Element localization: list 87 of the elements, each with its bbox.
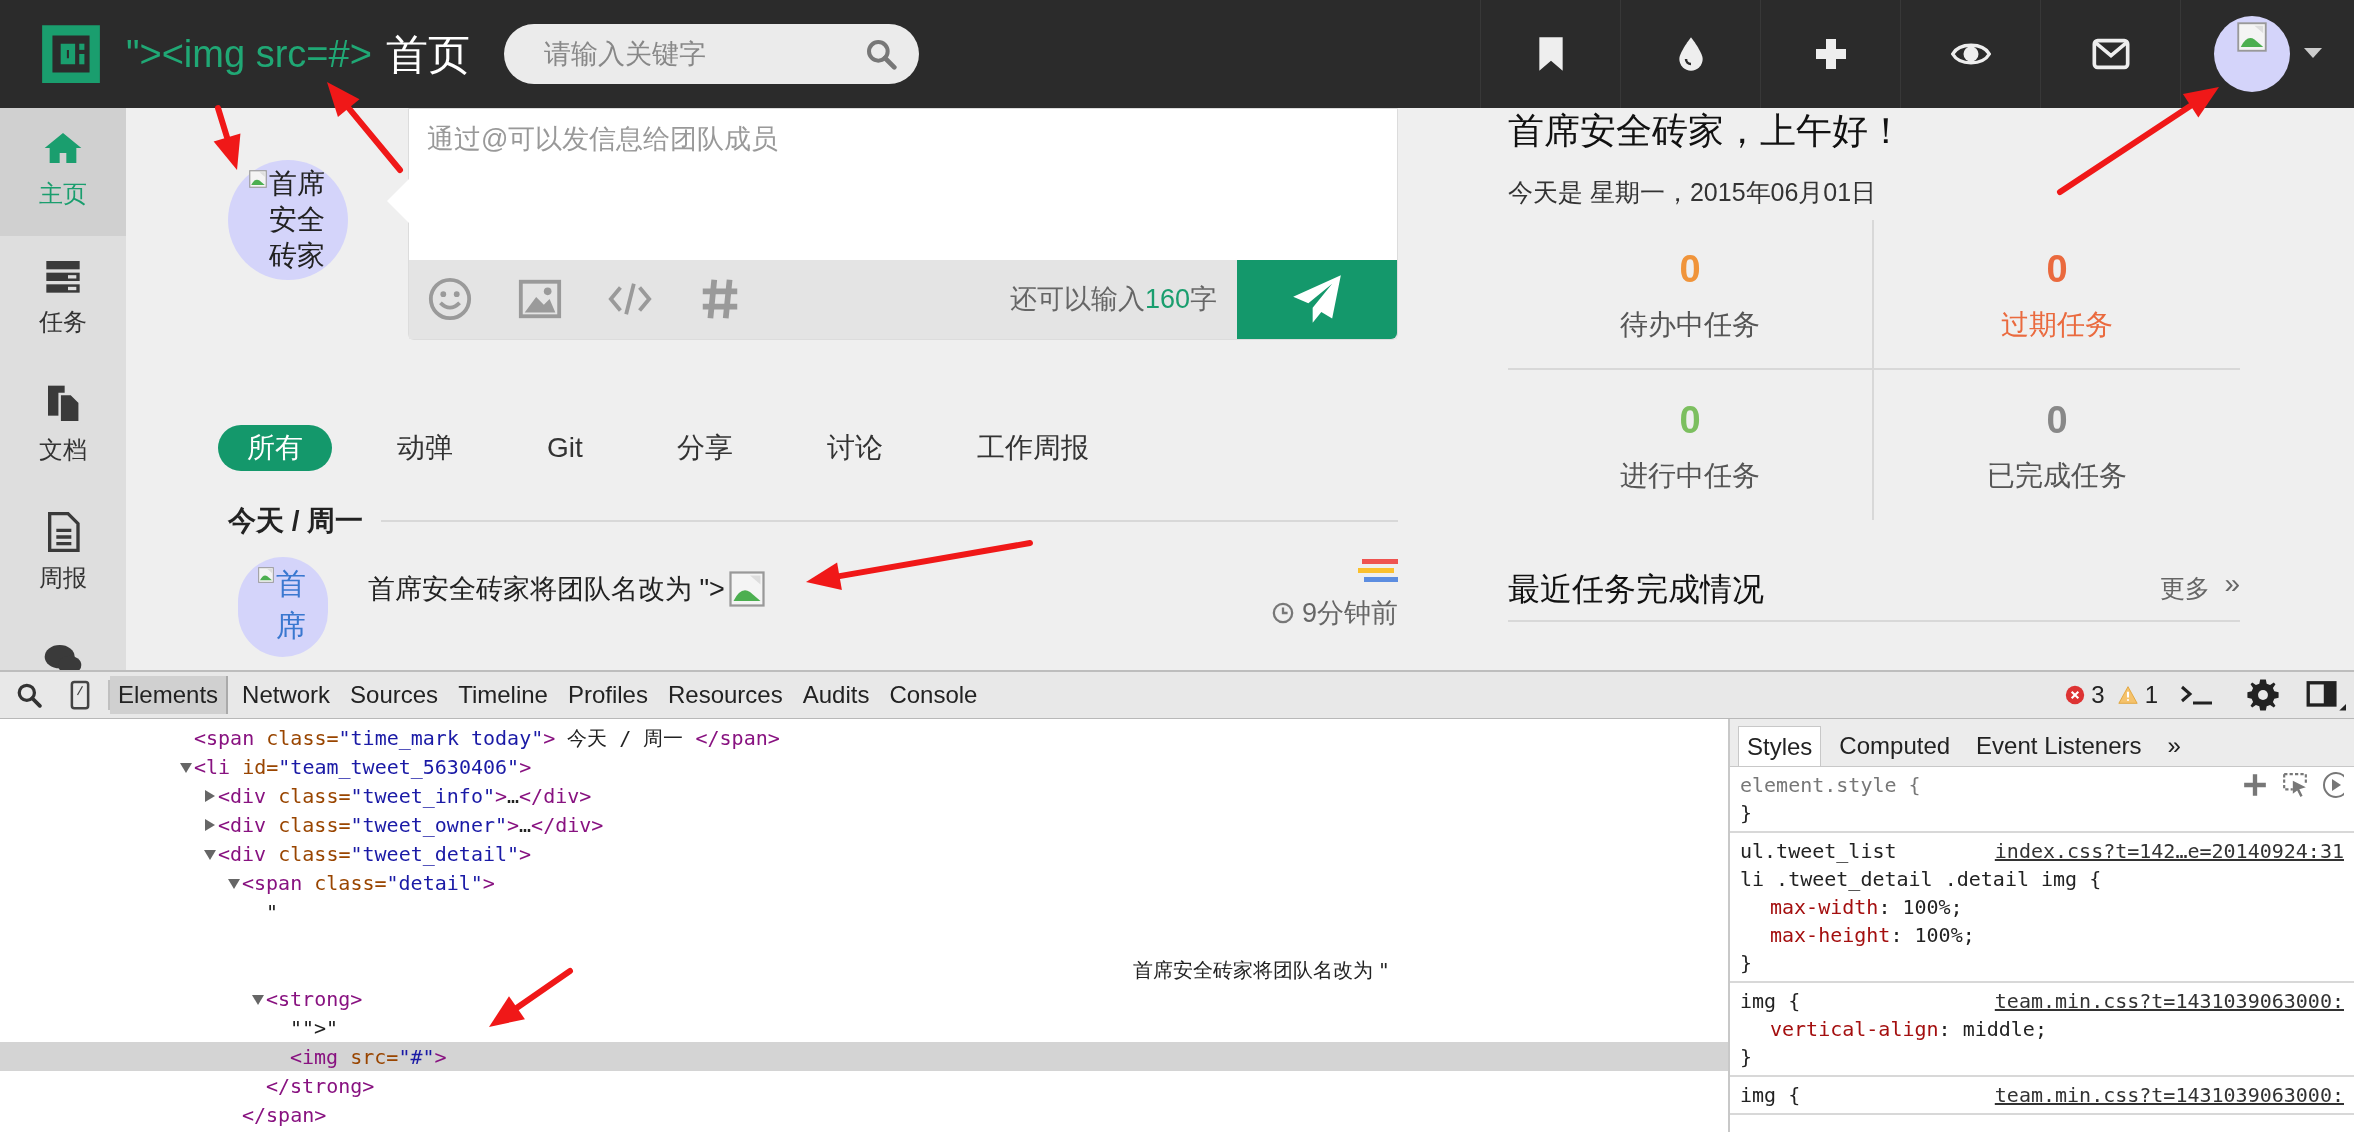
broken-image-icon — [2236, 22, 2267, 52]
styles-tab[interactable]: Styles — [1738, 726, 1822, 766]
stat-label: 进行中任务 — [1620, 459, 1760, 493]
broken-image-icon — [258, 567, 274, 583]
dom-node-line[interactable]: <img src="#"> — [290, 1041, 447, 1072]
dom-node-line[interactable]: <div class="tweet_owner">…</div> — [218, 809, 604, 840]
dom-text: 首席安全砖家将团队名改为 " — [1133, 956, 1389, 984]
send-button[interactable] — [1237, 259, 1397, 339]
sidebar-item[interactable]: 任务 — [0, 236, 126, 364]
source-link[interactable]: team.min.css?t=1431039063000: — [1978, 987, 2344, 1015]
stat-label: 过期任务 — [2001, 308, 2113, 342]
search-icon[interactable] — [16, 682, 42, 708]
dropdown-caret-icon[interactable] — [2303, 48, 2322, 60]
team-name[interactable]: "><img src=#> — [126, 25, 372, 83]
dom-node-line[interactable]: <span class="time_mark today"> 今天 / 周一 </span> — [194, 722, 780, 753]
devtools-tab[interactable]: Resources — [659, 676, 791, 714]
user-avatar: 首席 — [238, 557, 328, 657]
css-selector: img { — [1740, 988, 1801, 1015]
date-text: 今天是 星期一，2015年06月01日 — [1508, 177, 1878, 208]
css-selector: img { — [1740, 1082, 1801, 1109]
warning-count: 1 — [2144, 680, 2158, 710]
date-heading: 今天 / 周一 — [228, 504, 364, 538]
filter-tab[interactable]: 分享 — [647, 425, 762, 471]
section-title: 最近任务完成情况 — [1508, 569, 1764, 609]
stat-label: 已完成任务 — [1987, 459, 2127, 493]
css-selector: li .tweet_detail .detail img { — [1740, 866, 2102, 893]
element-picker-icon[interactable] — [2282, 772, 2308, 798]
filter-tab[interactable]: 动弹 — [368, 425, 482, 471]
greeting: 首席安全砖家，上午好！ — [1508, 109, 1905, 153]
devtools-tab[interactable]: Audits — [794, 676, 878, 714]
settings-icon[interactable] — [2246, 678, 2280, 712]
error-count: 3 — [2091, 680, 2105, 710]
stat-value: 0 — [1679, 247, 1701, 292]
filter-tab[interactable]: 讨论 — [797, 425, 912, 471]
devtools-tab[interactable]: Console — [881, 676, 986, 714]
more-link[interactable]: 更多 » — [2160, 569, 2240, 608]
tweet-text: 首席安全砖家将团队名改为 "> — [368, 572, 725, 606]
css-selector: element.style { — [1740, 772, 1921, 799]
colored-stripes-icon — [1358, 557, 1398, 585]
styles-tab[interactable]: Event Listeners — [1968, 726, 2150, 766]
annotation-arrow — [213, 105, 241, 170]
filter-tab[interactable]: Git — [518, 425, 612, 471]
stat-label: 待办中任务 — [1620, 308, 1760, 342]
broken-image-icon — [249, 170, 267, 188]
css-brace: } — [1740, 800, 1753, 827]
dom-node-line[interactable]: <strong> — [266, 983, 363, 1014]
broken-image-icon — [728, 571, 765, 607]
dom-text: "">" — [290, 1014, 339, 1042]
clock-icon — [1271, 602, 1294, 625]
dom-node-line[interactable]: <div class="tweet_detail"> — [218, 838, 532, 869]
dom-text: " — [266, 898, 279, 926]
css-brace: } — [1740, 1044, 1753, 1071]
css-declaration: vertical-align: middle; — [1769, 1016, 2048, 1043]
dom-node-line[interactable]: </span> — [242, 1099, 327, 1130]
devtools-tab[interactable]: Elements — [110, 676, 229, 714]
dom-node-line[interactable]: </strong> — [266, 1070, 375, 1101]
devtools-tab[interactable]: Timeline — [450, 676, 556, 714]
devtools-tab[interactable]: Sources — [342, 676, 447, 714]
styles-tab[interactable]: Computed — [1831, 726, 1959, 766]
source-link[interactable]: team.min.css?t=1431039063000: — [1978, 1081, 2344, 1109]
sidebar-item[interactable]: 文档 — [0, 364, 126, 492]
css-declaration: max-width: 100%; — [1769, 894, 1964, 921]
stat-value: 0 — [2046, 398, 2068, 443]
filter-tab[interactable]: 所有 — [218, 425, 332, 471]
filter-tab[interactable]: 工作周报 — [947, 425, 1118, 471]
user-avatar: 首席安全砖家 — [228, 160, 348, 280]
search-input[interactable]: 请输入关键字 — [543, 33, 865, 75]
stat-value: 0 — [2046, 247, 2068, 292]
devtools-tab[interactable]: Network — [234, 676, 339, 714]
css-brace: } — [1740, 950, 1753, 977]
css-declaration: max-height: 100%; — [1769, 922, 1976, 949]
timestamp: 9分钟前 — [1301, 597, 1398, 630]
phone-icon[interactable] — [70, 679, 90, 711]
character-counter: 还可以输入160字 — [1009, 283, 1217, 317]
devtools-tab[interactable]: Profiles — [559, 676, 656, 714]
dom-node-line[interactable]: <li id="team_tweet_5630406"> — [194, 751, 532, 782]
error-icon[interactable] — [2065, 685, 2086, 705]
stat-value: 0 — [1679, 398, 1701, 443]
dom-node-line[interactable]: <div class="tweet_info">…</div> — [218, 780, 592, 811]
page-title: 首页 — [385, 29, 470, 80]
css-selector: ul.tweet_list — [1740, 838, 1897, 865]
dock-side-icon[interactable] — [2306, 678, 2346, 712]
search-field[interactable]: 请输入关键字 — [503, 24, 919, 84]
dom-node-line[interactable]: <span class="detail"> — [242, 867, 495, 898]
styles-tab[interactable]: » — [2159, 726, 2189, 766]
source-link[interactable]: index.css?t=142…e=20140924:31 — [1978, 837, 2344, 865]
sidebar-item[interactable]: 周报 — [0, 492, 126, 620]
